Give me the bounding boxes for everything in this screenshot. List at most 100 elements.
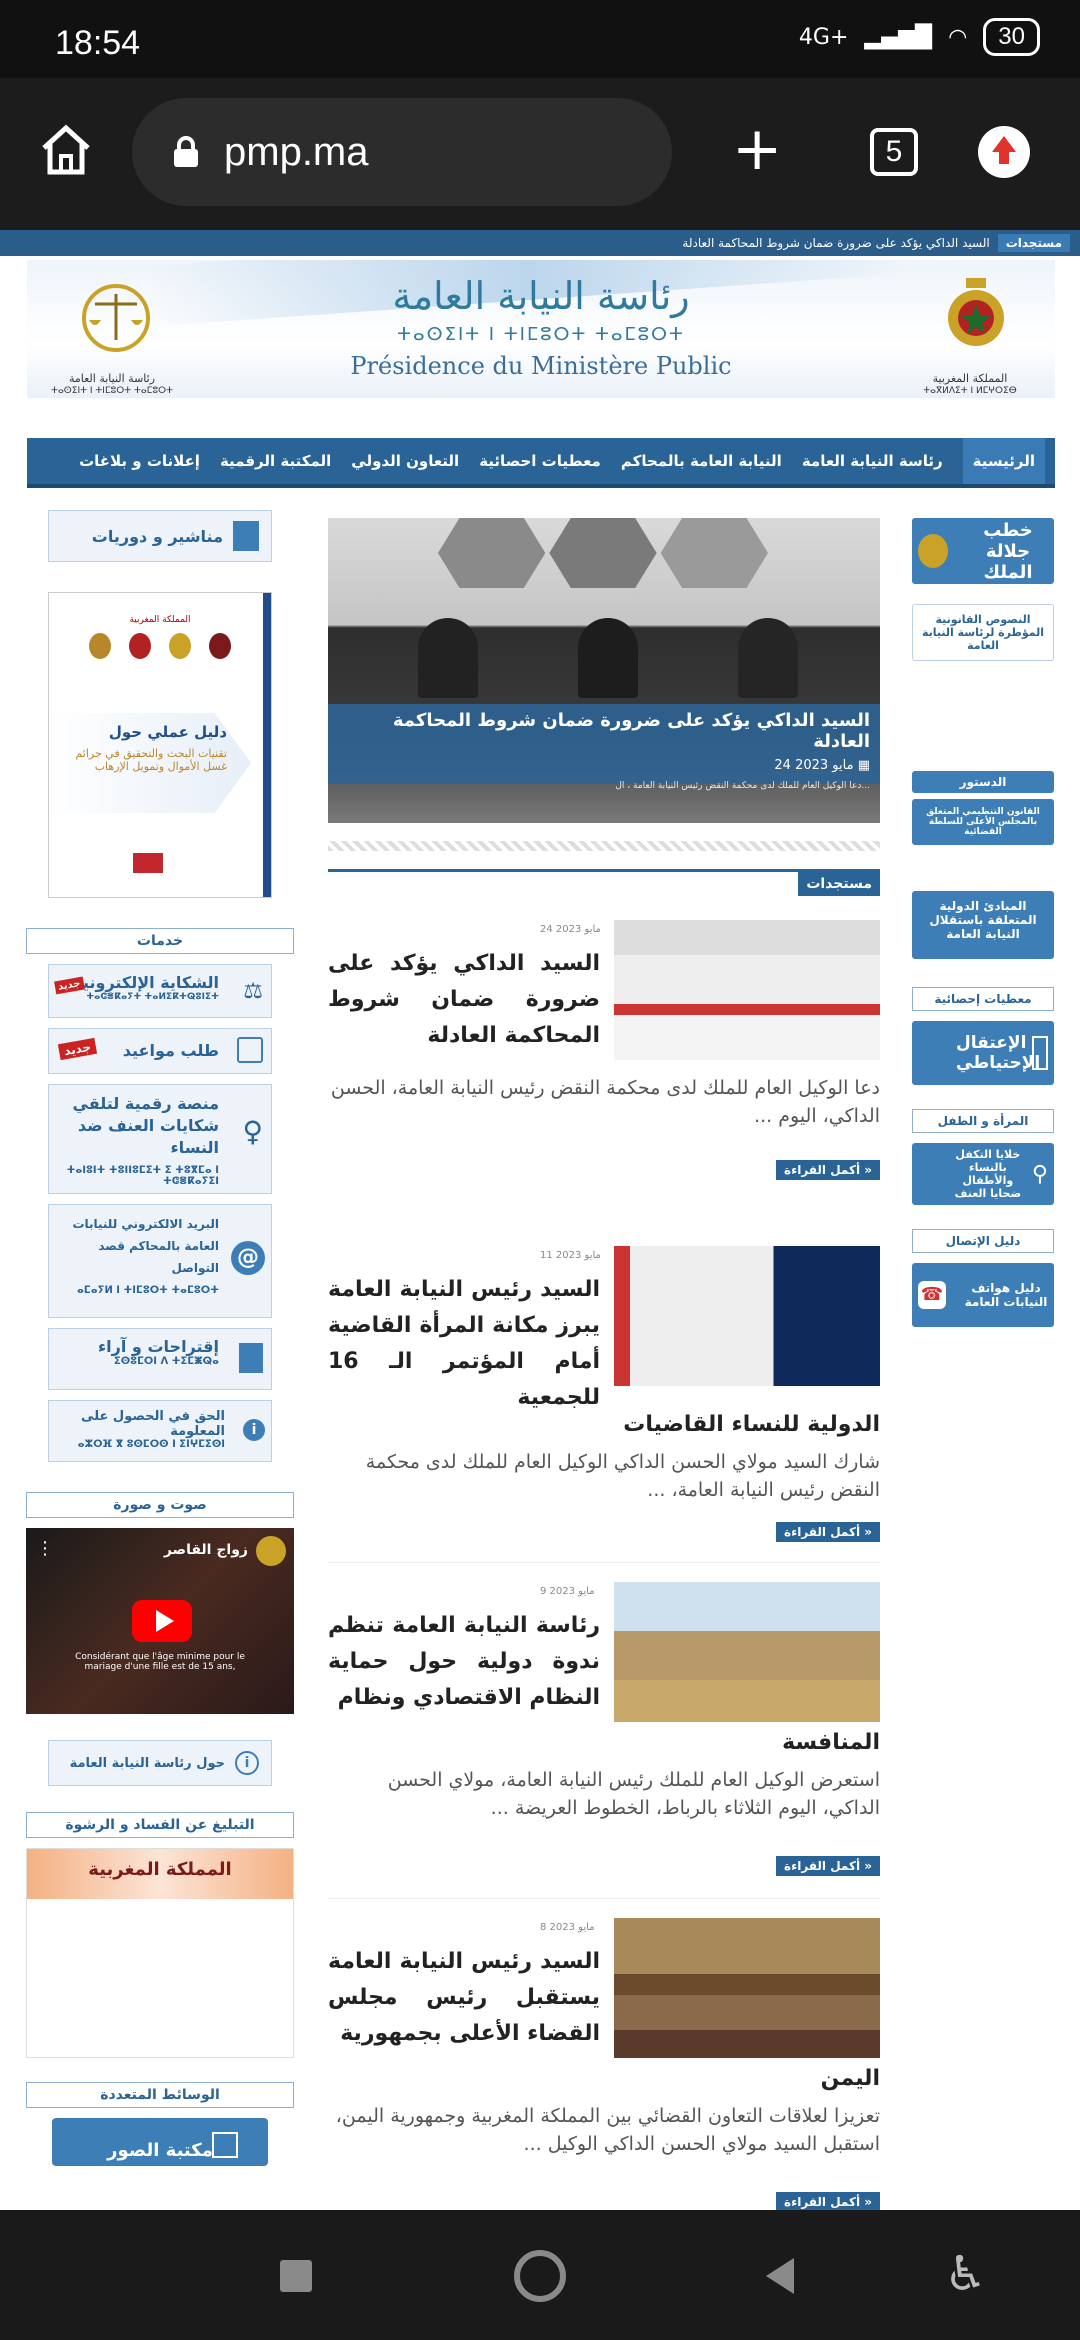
network-type: 4G+ [798, 24, 849, 50]
report-corruption-heading: التبليغ عن الفساد و الرشوة [26, 1812, 294, 1838]
article-separator [328, 1562, 880, 1563]
phone-directory-button[interactable]: ☎ دليل هواتف النيابات العامة [912, 1263, 1054, 1327]
read-more-button[interactable]: أكمل القراءة » [775, 1522, 880, 1542]
hero-people-photo [368, 618, 848, 698]
kingdom-label-tifinagh: ⵜⴰⴳⵍⴷⵉⵜ ⵏ ⵍⵎⵖⵔⵉⴱ [923, 386, 1017, 396]
hero-snippet: دعا الوكيل العام للملك لدى محكمة النقض ر… [615, 781, 870, 791]
accessibility-icon[interactable]: ♿ [944, 2250, 987, 2298]
article-title-continued[interactable]: اليمن [328, 2066, 880, 2091]
video-player[interactable]: زواج القاصر ⋮ Considérant que l'âge mini… [26, 1528, 294, 1714]
legal-texts-link[interactable]: النصوص القانونية المؤطرة لرئاسة النيابة … [912, 604, 1054, 661]
service-e-complaint[interactable]: الشكاية الإلكترونية ⵜⴰⵛⴻⴽⴰⵢⵜ ⵜⴰⵍⵉⴽⵜⵕⵓⵏⵉⵜ… [48, 964, 272, 1018]
about-presidency-button[interactable]: حول رئاسة النيابة العامة i [48, 1740, 272, 1786]
tab-count-button[interactable]: 5 [870, 128, 918, 176]
presidency-label: رئاسة النيابة العامة [68, 372, 156, 385]
read-more-button[interactable]: أكمل القراءة » [775, 1160, 880, 1180]
nav-courts[interactable]: النيابة العامة بالمحاكم [621, 452, 782, 470]
organic-law-button[interactable]: القانون التنظيمي المتعلق بالمجلس الأعلى … [912, 799, 1054, 845]
article-title-continued[interactable]: المنافسة [328, 1730, 880, 1755]
article-date: 11 مايو 2023 [540, 1250, 601, 1261]
phone-icon: ☎ [918, 1281, 946, 1309]
more-options-icon[interactable]: ⋮ [36, 1538, 54, 1559]
main-navigation: الرئيسية رئاسة النيابة العامة النيابة ال… [27, 438, 1055, 488]
service-appointments[interactable]: طلب مواعيد جديد [48, 1028, 272, 1074]
calendar-icon [237, 1037, 263, 1063]
woman-icon: ♀ [242, 1115, 263, 1148]
royal-speeches-button[interactable]: خطب جلالة الملك [912, 518, 1054, 584]
read-more-button[interactable]: أكمل القراءة » [775, 2192, 880, 2210]
family-icon: ⚲ [1031, 1161, 1048, 1187]
hexagon-photo [660, 518, 768, 588]
right-sidebar: خطب جلالة الملك النصوص القانونية المؤطرة… [912, 518, 1054, 1339]
nav-digital-library[interactable]: المكتبة الرقمية [220, 452, 331, 470]
article-excerpt: استعرض الوكيل العام للملك رئيس النيابة ا… [387, 1769, 880, 1819]
article-separator [328, 1898, 880, 1899]
statistics-heading: معطيات إحصائية [912, 987, 1054, 1011]
article-title[interactable]: رئاسة النيابة العامة تنظم ندوة دولية حول… [328, 1608, 600, 1716]
site-title-arabic: رئاسة النيابة العامة [392, 274, 690, 318]
news-article: 9 مايو 2023 رئاسة النيابة العامة تنظم ند… [328, 1562, 880, 1884]
constitution-button[interactable]: الدستور [912, 771, 1054, 793]
read-more-button[interactable]: أكمل القراءة » [775, 1856, 880, 1876]
home-icon[interactable] [36, 120, 96, 180]
hero-slider[interactable]: السيد الداكي يؤكد على ضرورة ضمان شروط ال… [328, 518, 880, 823]
video-caption: Considérant que l'âge minime pour le mar… [75, 1652, 245, 1672]
news-article: 11 مايو 2023 السيد رئيس النيابة العامة ي… [328, 1236, 880, 1548]
pretrial-detention-button[interactable]: الإعتقال الإحتياطي [912, 1021, 1054, 1085]
nav-home[interactable]: الرئيسية [962, 438, 1045, 484]
recents-square-icon[interactable] [280, 2260, 312, 2292]
article-title[interactable]: السيد رئيس النيابة العامة يبرز مكانة الم… [328, 1272, 600, 1416]
clock: 18:54 [55, 24, 141, 62]
nav-international[interactable]: التعاون الدولي [351, 452, 459, 470]
service-sub: ⵉⵙⵓⵎⵔⵏ ⴷ ⵜⵉⵎⵥⵕⴰ [113, 1356, 219, 1367]
report-kingdom-label: المملكة المغربية [27, 1849, 293, 1899]
hero-date: 24 مايو 2023 ▦ [338, 758, 870, 773]
channel-logo-icon [256, 1536, 286, 1566]
nav-statistics[interactable]: معطيات احصائية [479, 452, 601, 470]
brochures-button[interactable]: مناشير و دوريات [48, 510, 272, 562]
web-page: السيد الداكي يؤكد على ضرورة ضمان شروط ال… [0, 230, 1080, 2210]
latest-tab[interactable]: مستجدات [798, 872, 880, 896]
chart-icon [1032, 1036, 1048, 1070]
article-title-continued[interactable]: الدولية للنساء القاضيات [328, 1412, 880, 1437]
kingdom-label: المملكة المغربية [932, 372, 1008, 385]
service-label: البريد الالكتروني للنيابات العامة بالمحا… [72, 1217, 219, 1275]
photo-library-label: مكتبة الصور [107, 2140, 213, 2161]
update-arrow-icon[interactable] [978, 126, 1030, 178]
hero-title[interactable]: السيد الداكي يؤكد على ضرورة ضمان شروط ال… [338, 710, 870, 752]
service-right-to-info[interactable]: الحق في الحصول على المعلومة ⴰⵣⵔⴼ ⴳ ⵓⵙⵎⵔⵙ… [48, 1400, 272, 1462]
article-title[interactable]: السيد رئيس النيابة العامة يستقبل رئيس مج… [328, 1944, 600, 2052]
practical-guide-banner[interactable]: المملكة المغربية دليل عملي حول تقنيات ال… [48, 592, 272, 898]
article-date: 8 مايو 2023 [540, 1922, 595, 1933]
article-title[interactable]: السيد الداكي يؤكد على ضرورة ضمان شروط ال… [328, 946, 600, 1054]
nav-announcements[interactable]: إعلانات و بلاغات [79, 452, 200, 470]
guide-emblems [49, 633, 271, 659]
service-sub: ⵜⴰⵏⵓⵏⵜ ⵜⵓⵏⵏⵓⵎⵉⵜ ⵉ ⵜⵓⴳⵎⴰ ⵏ ⵜⵛⴻⴽⴰⵢⵉⵏ [66, 1165, 219, 1187]
article-thumbnail[interactable] [614, 1918, 880, 2058]
scales-icon: ⚖ [243, 979, 263, 1004]
article-thumbnail[interactable] [614, 920, 880, 1060]
nav-presidency[interactable]: رئاسة النيابة العامة [802, 452, 943, 470]
multimedia-heading: الوسائط المتعددة [26, 2082, 294, 2108]
new-tab-plus-icon[interactable]: + [732, 119, 782, 179]
support-cells-button[interactable]: خلايا التكفل بالنساء والأطفال ضحايا العن… [912, 1143, 1054, 1205]
emblem-icon [209, 633, 231, 659]
site-header-banner: المملكة المغربية ⵜⴰⴳⵍⴷⵉⵜ ⵏ ⵍⵎⵖⵔⵉⴱ رئاسة … [27, 260, 1055, 398]
service-email[interactable]: البريد الالكتروني للنيابات العامة بالمحا… [48, 1204, 272, 1318]
info-icon: i [235, 1751, 259, 1775]
photo-library-button[interactable]: مكتبة الصور [52, 2118, 268, 2166]
service-violence-platform[interactable]: منصة رقمية لتلقي شكايات العنف ضد النساء … [48, 1084, 272, 1194]
ticker-headline[interactable]: السيد الداكي يؤكد على ضرورة ضمان شروط ال… [682, 236, 989, 250]
home-circle-icon[interactable] [514, 2250, 566, 2302]
back-triangle-icon[interactable] [766, 2258, 794, 2294]
play-triangle-icon [156, 1610, 174, 1632]
report-corruption-banner[interactable]: المملكة المغربية [26, 1848, 294, 2058]
services-heading: خدمات [26, 928, 294, 954]
android-navigation-bar: ♿ [0, 2210, 1080, 2340]
international-principles-button[interactable]: المبادئ الدولية المتعلقة باستقلال النياب… [912, 891, 1054, 959]
service-suggestions[interactable]: إقتراحات و آراء ⵉⵙⵓⵎⵔⵏ ⴷ ⵜⵉⵎⵥⵕⴰ [48, 1328, 272, 1390]
url-text: pmp.ma [224, 129, 369, 174]
article-thumbnail[interactable] [614, 1246, 880, 1386]
address-bar[interactable]: pmp.ma [132, 98, 672, 206]
article-thumbnail[interactable] [614, 1582, 880, 1722]
